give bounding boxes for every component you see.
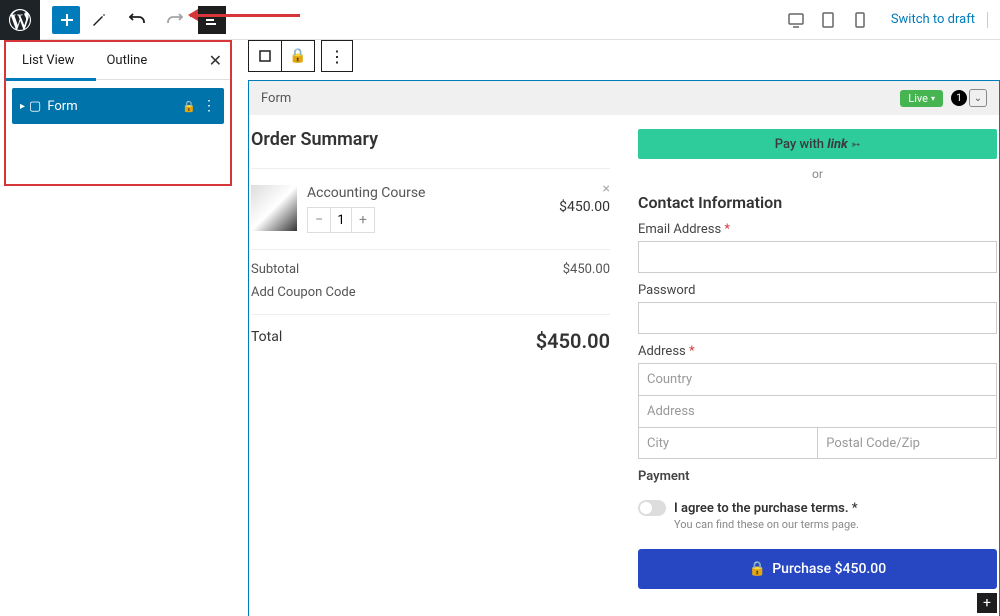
tab-outline[interactable]: Outline: [90, 42, 163, 80]
arrow-annotation: [190, 14, 300, 17]
address-label: Address: [638, 344, 686, 359]
chevron-right-icon: ▸: [20, 101, 25, 112]
city-field[interactable]: [638, 427, 817, 459]
password-label: Password: [638, 283, 997, 298]
contact-info-heading: Contact Information: [638, 193, 997, 212]
purchase-button[interactable]: 🔒 Purchase $450.00: [638, 549, 997, 589]
or-divider: or: [638, 167, 997, 181]
terms-toggle[interactable]: [638, 500, 666, 516]
payment-heading: Payment: [638, 469, 997, 484]
terms-text: I agree to the purchase terms.: [674, 501, 849, 516]
close-icon[interactable]: ✕: [209, 51, 222, 70]
document-overview-button[interactable]: [198, 6, 226, 34]
form-title: Form: [261, 91, 291, 106]
options-icon[interactable]: ⋮: [202, 98, 216, 114]
tab-list-view[interactable]: List View: [6, 42, 90, 80]
cart-icon[interactable]: ⌄: [969, 89, 987, 107]
pay-with-link-button[interactable]: Pay with link ➳: [638, 129, 997, 159]
divider: [987, 12, 988, 28]
lock-icon: 🔒: [182, 100, 196, 113]
top-bar: Switch to draft: [0, 0, 1000, 40]
list-view-panel: List View Outline ✕ ▸ ▢ Form 🔒 ⋮: [4, 40, 232, 186]
mobile-icon[interactable]: [845, 5, 875, 35]
password-field[interactable]: [638, 302, 997, 334]
form-block[interactable]: Form Live▾ 1 ⌄ Order Summary Accounting …: [248, 80, 1000, 616]
contact-column: Pay with link ➳ or Contact Information E…: [624, 129, 999, 589]
order-summary-column: Order Summary Accounting Course − 1 + × …: [249, 129, 624, 589]
country-select[interactable]: [638, 363, 997, 395]
email-label: Email Address: [638, 222, 721, 237]
switch-to-draft-link[interactable]: Switch to draft: [891, 12, 975, 27]
wp-logo[interactable]: [0, 0, 40, 40]
block-toolbar: 🔒 ⋮: [248, 40, 1000, 72]
email-field[interactable]: [638, 241, 997, 273]
list-item-label: Form: [47, 99, 182, 114]
qty-value: 1: [330, 208, 352, 232]
order-summary-title: Order Summary: [251, 129, 610, 150]
product-price: $450.00: [559, 199, 610, 215]
terms-subtext: You can find these on our terms page.: [674, 518, 997, 531]
address-field[interactable]: [638, 395, 997, 427]
add-coupon-link[interactable]: Add Coupon Code: [251, 285, 610, 300]
lock-button[interactable]: 🔒: [282, 41, 314, 71]
subtotal-value: $450.00: [563, 262, 610, 277]
product-image: [251, 185, 297, 231]
quantity-stepper: − 1 +: [307, 207, 375, 233]
qty-plus-button[interactable]: +: [352, 208, 374, 232]
block-options-button[interactable]: ⋮: [321, 40, 353, 72]
tools-icon[interactable]: [80, 0, 118, 40]
form-header: Form Live▾ 1 ⌄: [249, 81, 999, 115]
total-amount: $450.00: [536, 329, 610, 353]
postal-field[interactable]: [817, 427, 997, 459]
product-row: Accounting Course − 1 + × $450.00: [251, 168, 610, 249]
lock-icon: 🔒: [749, 561, 766, 577]
undo-icon[interactable]: [118, 0, 156, 40]
editor-canvas: 🔒 ⋮ Form Live▾ 1 ⌄ Order Summary Account…: [248, 40, 1000, 616]
remove-item-icon[interactable]: ×: [603, 181, 610, 197]
add-block-button[interactable]: [52, 6, 80, 34]
step-number: 1: [951, 90, 967, 106]
add-block-fab[interactable]: +: [977, 593, 997, 613]
desktop-icon[interactable]: [781, 5, 811, 35]
qty-minus-button[interactable]: −: [308, 208, 330, 232]
subtotal-label: Subtotal: [251, 262, 299, 277]
live-badge[interactable]: Live▾: [900, 90, 943, 107]
form-icon: ▢: [29, 99, 41, 114]
total-label: Total: [251, 329, 282, 353]
tablet-icon[interactable]: [813, 5, 843, 35]
list-item-form[interactable]: ▸ ▢ Form 🔒 ⋮: [12, 88, 224, 124]
block-type-button[interactable]: [249, 41, 281, 71]
